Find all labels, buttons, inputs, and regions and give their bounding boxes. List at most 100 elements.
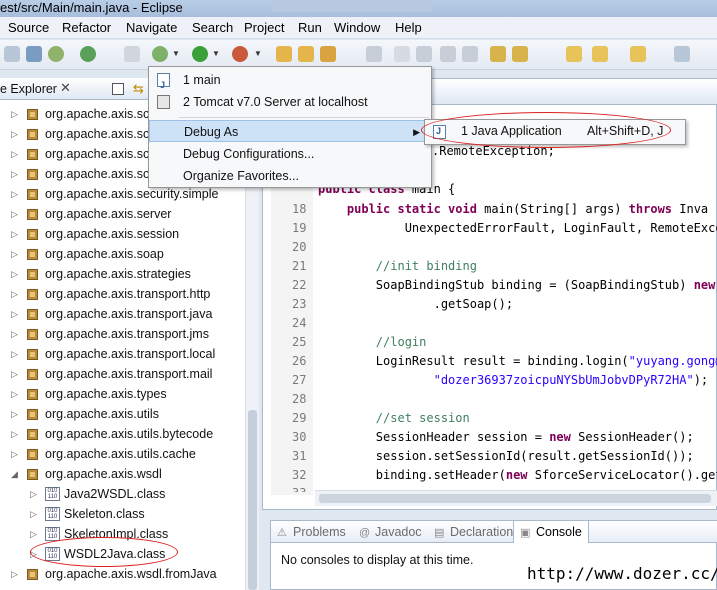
save-icon[interactable] [26, 46, 42, 62]
menu-item-main[interactable]: J 1 main [149, 69, 431, 91]
show-whitespace-icon[interactable] [462, 46, 478, 62]
menu-help[interactable]: Help [395, 20, 422, 35]
tree-class-file[interactable]: ▷ 010 110 SkeletonImpl.class [0, 524, 245, 544]
link-with-editor-icon[interactable]: ⇆ [133, 81, 144, 97]
tree-package[interactable]: ▷ org.apache.axis.soap [0, 244, 245, 264]
expand-icon[interactable]: ▷ [11, 204, 18, 224]
menu-search[interactable]: Search [192, 20, 233, 35]
expand-icon[interactable]: ▷ [11, 124, 18, 144]
tree-package[interactable]: ▷ org.apache.axis.transport.mail [0, 364, 245, 384]
debug-icon[interactable] [152, 46, 168, 62]
collapse-icon[interactable]: ◢ [11, 464, 18, 484]
tree-package[interactable]: ▷ org.apache.axis.session [0, 224, 245, 244]
tree-package-expanded[interactable]: ◢ org.apache.axis.wsdl [0, 464, 245, 484]
menu-item-tomcat[interactable]: 2 Tomcat v7.0 Server at localhost [149, 91, 431, 113]
open-type-icon[interactable] [276, 46, 292, 62]
tab-javadoc[interactable]: @ Javadoc [359, 521, 422, 543]
tree-class-file[interactable]: ▷ 010 110 Skeleton.class [0, 504, 245, 524]
java-app-icon: J [157, 73, 170, 90]
tab-declaration[interactable]: ▤ Declaration [434, 521, 513, 543]
skip-breakpoints-icon[interactable] [124, 46, 140, 62]
code-line: .getSoap(); [318, 297, 514, 311]
new-icon[interactable] [4, 46, 20, 62]
tree-package[interactable]: ▷ org.apache.axis.transport.local [0, 344, 245, 364]
toggle-icon[interactable] [416, 46, 432, 62]
expand-icon[interactable]: ▷ [11, 284, 18, 304]
refresh-icon[interactable] [48, 46, 64, 62]
expand-icon[interactable]: ▷ [11, 384, 18, 404]
search-icon[interactable] [320, 46, 336, 62]
menu-item-organize-favorites[interactable]: Organize Favorites... [149, 165, 431, 187]
editor-horizontal-scrollbar[interactable] [315, 490, 717, 506]
pin-icon[interactable] [394, 46, 410, 62]
expand-icon[interactable]: ▷ [11, 324, 18, 344]
back-icon[interactable] [592, 46, 608, 62]
tree-package[interactable]: ▷ org.apache.axis.utils.cache [0, 444, 245, 464]
expand-icon[interactable]: ▷ [11, 104, 18, 124]
expand-icon[interactable]: ▷ [11, 404, 18, 424]
expand-icon[interactable]: ▷ [11, 424, 18, 444]
expand-icon[interactable]: ▷ [30, 504, 37, 524]
menu-run[interactable]: Run [298, 20, 322, 35]
package-icon [27, 129, 38, 140]
close-icon[interactable]: ✕ [60, 80, 71, 96]
forward-icon[interactable] [630, 46, 646, 62]
expand-icon[interactable]: ▷ [11, 344, 18, 364]
tree-package[interactable]: ▷ org.apache.axis.wsdl.fromJava [0, 564, 245, 584]
expand-icon[interactable]: ▷ [11, 564, 18, 584]
tree-class-file[interactable]: ▷ 010 110 WSDL2Java.class [0, 544, 245, 564]
debug-as-submenu[interactable]: J 1 Java Application Alt+Shift+D, J [424, 119, 686, 145]
expand-icon[interactable]: ▷ [30, 544, 37, 564]
expand-icon[interactable]: ▷ [11, 184, 18, 204]
run-dropdown-arrow-icon[interactable]: ▼ [212, 49, 220, 58]
tree-class-file[interactable]: ▷ 010 110 Java2WSDL.class [0, 484, 245, 504]
class-file-icon: 010 110 [45, 487, 60, 501]
expand-icon[interactable]: ▷ [11, 264, 18, 284]
expand-icon[interactable]: ▷ [11, 444, 18, 464]
expand-icon[interactable]: ▷ [11, 364, 18, 384]
tab-console[interactable]: ▣ Console [513, 521, 589, 543]
previous-annotation-icon[interactable] [512, 46, 528, 62]
expand-icon[interactable]: ▷ [11, 244, 18, 264]
expand-icon[interactable]: ▷ [11, 164, 18, 184]
menu-window[interactable]: Window [334, 20, 380, 35]
debug-dropdown-arrow-icon[interactable]: ▼ [172, 49, 180, 58]
tree-package[interactable]: ▷ org.apache.axis.transport.http [0, 284, 245, 304]
tree-package[interactable]: ▷ org.apache.axis.utils [0, 404, 245, 424]
block-selection-icon[interactable] [440, 46, 456, 62]
minimize-icon[interactable] [112, 83, 124, 95]
expand-icon[interactable]: ▷ [30, 484, 37, 504]
mark-occurrences-icon[interactable] [366, 46, 382, 62]
tree-package[interactable]: ▷ org.apache.axis.utils.bytecode [0, 424, 245, 444]
menu-navigate[interactable]: Navigate [126, 20, 177, 35]
menu-project[interactable]: Project [244, 20, 284, 35]
menu-item-debug-as[interactable]: Debug As ▶ [149, 120, 431, 142]
expand-icon[interactable]: ▷ [11, 144, 18, 164]
external-tools-arrow-icon[interactable]: ▼ [254, 49, 262, 58]
tree-package[interactable]: ▷ org.apache.axis.server [0, 204, 245, 224]
tree-package[interactable]: ▷ org.apache.axis.strategies [0, 264, 245, 284]
new-class-icon[interactable] [80, 46, 96, 62]
tree-package[interactable]: ▷ org.apache.axis.transport.jms [0, 324, 245, 344]
expand-icon[interactable]: ▷ [30, 524, 37, 544]
submenu-java-application[interactable]: 1 Java Application [461, 124, 562, 138]
open-folder-icon[interactable] [298, 46, 314, 62]
line-number: 27 [292, 373, 307, 387]
scrollbar-thumb[interactable] [248, 410, 257, 590]
tree-package[interactable]: ▷ org.apache.axis.transport.java [0, 304, 245, 324]
next-annotation-icon[interactable] [490, 46, 506, 62]
run-icon[interactable] [192, 46, 208, 62]
open-perspective-icon[interactable] [674, 46, 690, 62]
tab-problems[interactable]: ⚠ Problems [277, 521, 346, 543]
menu-item-debug-configurations[interactable]: Debug Configurations... [149, 143, 431, 165]
menu-refactor[interactable]: Refactor [62, 20, 111, 35]
tree-package[interactable]: ▷ org.apache.axis.types [0, 384, 245, 404]
code-comment: //init binding [318, 259, 477, 273]
line-number: 18 [292, 202, 307, 216]
external-tools-icon[interactable] [232, 46, 248, 62]
expand-icon[interactable]: ▷ [11, 224, 18, 244]
last-edit-icon[interactable] [566, 46, 582, 62]
menu-source[interactable]: Source [8, 20, 49, 35]
scrollbar-thumb[interactable] [319, 494, 711, 503]
expand-icon[interactable]: ▷ [11, 304, 18, 324]
